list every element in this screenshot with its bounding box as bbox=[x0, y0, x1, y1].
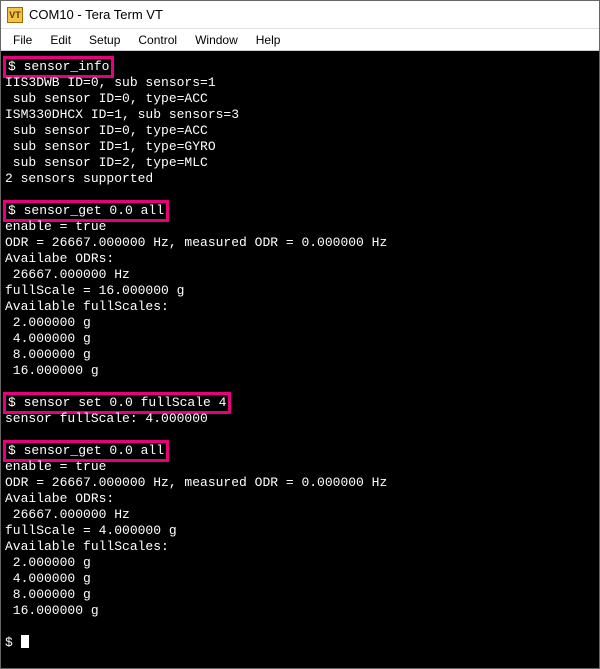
terminal-output-line: 16.000000 g bbox=[5, 363, 595, 379]
menu-edit[interactable]: Edit bbox=[42, 31, 79, 49]
cursor-icon bbox=[21, 635, 29, 648]
menu-file[interactable]: File bbox=[5, 31, 40, 49]
app-icon: VT bbox=[7, 7, 23, 23]
terminal-output-line: 4.000000 g bbox=[5, 331, 595, 347]
terminal-output-line: 26667.000000 Hz bbox=[5, 267, 595, 283]
menu-help[interactable]: Help bbox=[248, 31, 289, 49]
window-title: COM10 - Tera Term VT bbox=[29, 7, 163, 22]
terminal-output-line: Available fullScales: bbox=[5, 539, 595, 555]
app-window: VT COM10 - Tera Term VT File Edit Setup … bbox=[0, 0, 600, 669]
terminal-output-line: 2.000000 g bbox=[5, 555, 595, 571]
menu-control[interactable]: Control bbox=[130, 31, 185, 49]
terminal-output-line: Available fullScales: bbox=[5, 299, 595, 315]
terminal-output-line: ISM330DHCX ID=1, sub sensors=3 bbox=[5, 107, 595, 123]
terminal-output-line: sensor fullScale: 4.000000 bbox=[5, 411, 595, 427]
terminal-output-line: 4.000000 g bbox=[5, 571, 595, 587]
terminal-output-line: IIS3DWB ID=0, sub sensors=1 bbox=[5, 75, 595, 91]
terminal-output-line: sub sensor ID=1, type=GYRO bbox=[5, 139, 595, 155]
terminal-output-line: ODR = 26667.000000 Hz, measured ODR = 0.… bbox=[5, 475, 595, 491]
terminal-output-line: enable = true bbox=[5, 219, 595, 235]
terminal-output-line: fullScale = 4.000000 g bbox=[5, 523, 595, 539]
menu-setup[interactable]: Setup bbox=[81, 31, 128, 49]
command-prompt-line: $ sensor_info bbox=[5, 59, 595, 75]
command-prompt-line: $ sensor_get 0.0 all bbox=[5, 203, 595, 219]
terminal-output-line: enable = true bbox=[5, 459, 595, 475]
terminal-output-line: 8.000000 g bbox=[5, 587, 595, 603]
command-prompt-line: $ sensor set 0.0 fullScale 4 bbox=[5, 395, 595, 411]
terminal-area[interactable]: $ sensor_infoIIS3DWB ID=0, sub sensors=1… bbox=[1, 51, 599, 668]
terminal-output-line: 2.000000 g bbox=[5, 315, 595, 331]
terminal-output-line bbox=[5, 619, 595, 635]
terminal-output-line: fullScale = 16.000000 g bbox=[5, 283, 595, 299]
app-icon-label: VT bbox=[9, 10, 21, 20]
terminal-output-line: Availabe ODRs: bbox=[5, 251, 595, 267]
menu-window[interactable]: Window bbox=[187, 31, 246, 49]
titlebar[interactable]: VT COM10 - Tera Term VT bbox=[1, 1, 599, 29]
terminal-output-line: sub sensor ID=2, type=MLC bbox=[5, 155, 595, 171]
terminal-output-line: 16.000000 g bbox=[5, 603, 595, 619]
menubar: File Edit Setup Control Window Help bbox=[1, 29, 599, 51]
command-prompt-line: $ sensor_get 0.0 all bbox=[5, 443, 595, 459]
terminal-output-line: 2 sensors supported bbox=[5, 171, 595, 187]
terminal-output-line: 26667.000000 Hz bbox=[5, 507, 595, 523]
terminal-output-line: sub sensor ID=0, type=ACC bbox=[5, 91, 595, 107]
terminal-output-line: Availabe ODRs: bbox=[5, 491, 595, 507]
terminal-output-line: ODR = 26667.000000 Hz, measured ODR = 0.… bbox=[5, 235, 595, 251]
terminal-output-line: 8.000000 g bbox=[5, 347, 595, 363]
terminal-output-line: sub sensor ID=0, type=ACC bbox=[5, 123, 595, 139]
terminal-prompt: $ bbox=[5, 635, 595, 651]
